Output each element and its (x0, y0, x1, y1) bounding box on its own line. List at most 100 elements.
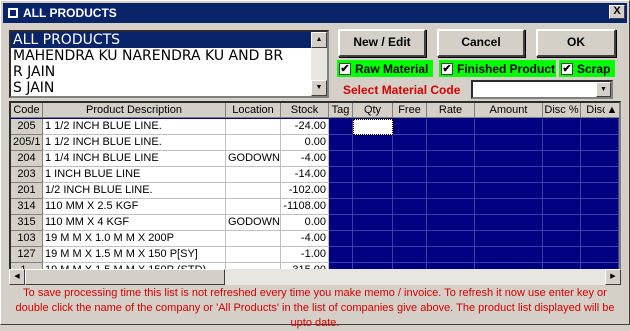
entry-cell[interactable] (353, 215, 393, 231)
cell-desc[interactable]: 19 M M X 1.0 M M X 200P (43, 231, 226, 247)
cell-desc[interactable]: 1 1/2 INCH BLUE LINE. (43, 119, 226, 135)
company-item[interactable]: MAHENDRA KU NARENDRA KU AND BR (11, 48, 327, 64)
cell-loc[interactable] (226, 231, 281, 247)
cell-stock[interactable]: -4.00 (281, 151, 329, 167)
cell-loc[interactable] (226, 167, 281, 183)
cell-stock[interactable]: -102.00 (281, 183, 329, 199)
cell-stock[interactable]: -14.00 (281, 167, 329, 183)
entry-cell[interactable] (475, 183, 543, 199)
scrap-checkbox[interactable]: ✔ Scrap (559, 60, 615, 77)
entry-cell[interactable] (393, 151, 427, 167)
scroll-down-icon[interactable]: ▼ (311, 80, 327, 96)
entry-cell[interactable] (353, 183, 393, 199)
entry-cell[interactable] (475, 199, 543, 215)
entry-cell[interactable] (353, 151, 393, 167)
scroll-up-icon[interactable]: ▲ (311, 32, 327, 48)
cell-desc[interactable]: 110 MM X 2.5 KGF (43, 199, 226, 215)
entry-cell[interactable] (353, 247, 393, 263)
new-edit-button[interactable]: New / Edit (338, 29, 426, 57)
entry-cell[interactable] (581, 167, 619, 183)
entry-cell[interactable] (353, 199, 393, 215)
entry-cell[interactable] (353, 167, 393, 183)
entry-cell[interactable] (581, 199, 619, 215)
entry-cell[interactable] (353, 119, 393, 135)
entry-cell[interactable] (329, 199, 353, 215)
cell-stock[interactable]: -1.00 (281, 247, 329, 263)
entry-cell[interactable] (581, 215, 619, 231)
entry-cell[interactable] (475, 151, 543, 167)
entry-cell[interactable] (427, 119, 475, 135)
col-header-disc-pct[interactable]: Disc % (543, 103, 581, 118)
entry-cell[interactable] (393, 247, 427, 263)
col-header-qty[interactable]: Qty (353, 103, 393, 118)
entry-cell[interactable] (543, 135, 581, 151)
entry-cell[interactable] (543, 151, 581, 167)
entry-cell[interactable] (543, 183, 581, 199)
entry-cell[interactable] (427, 183, 475, 199)
entry-cell[interactable] (393, 167, 427, 183)
entry-cell[interactable] (393, 119, 427, 135)
raw-material-checkbox[interactable]: ✔ Raw Material (337, 60, 433, 77)
scroll-right-icon[interactable]: ▶ (605, 269, 621, 285)
col-header-location[interactable]: Location (226, 103, 281, 118)
entry-cell[interactable] (475, 119, 543, 135)
entry-cell[interactable] (581, 231, 619, 247)
col-header-free[interactable]: Free (393, 103, 427, 118)
entry-cell[interactable] (427, 151, 475, 167)
entry-cell[interactable] (427, 231, 475, 247)
company-item[interactable]: R JAIN (11, 64, 327, 80)
cell-desc[interactable]: 1 1/4 INCH BLUE LINE (43, 151, 226, 167)
entry-cell[interactable] (427, 199, 475, 215)
entry-cell[interactable] (427, 215, 475, 231)
cell-loc[interactable]: GODOWN (226, 151, 281, 167)
entry-cell[interactable] (543, 119, 581, 135)
cell-code[interactable]: 205/1 (11, 135, 43, 151)
cell-stock[interactable]: -24.00 (281, 119, 329, 135)
cancel-button[interactable]: Cancel (437, 29, 525, 57)
entry-cell[interactable] (393, 231, 427, 247)
col-header-rate[interactable]: Rate (427, 103, 475, 118)
entry-cell[interactable] (475, 247, 543, 263)
entry-cell[interactable] (543, 247, 581, 263)
cell-code[interactable]: 205 (11, 119, 43, 135)
entry-cell[interactable] (475, 167, 543, 183)
entry-cell[interactable] (543, 231, 581, 247)
entry-cell[interactable] (353, 135, 393, 151)
entry-cell[interactable] (329, 119, 353, 135)
cell-code[interactable]: 201 (11, 183, 43, 199)
company-item[interactable]: ALL PRODUCTS (11, 32, 327, 48)
entry-cell[interactable] (581, 135, 619, 151)
cell-code[interactable]: 127 (11, 247, 43, 263)
entry-cell[interactable] (393, 199, 427, 215)
cell-code[interactable]: 203 (11, 167, 43, 183)
entry-cell[interactable] (329, 151, 353, 167)
cell-desc[interactable]: 19 M M X 1.5 M M X 150 P[SY] (43, 247, 226, 263)
entry-cell[interactable] (329, 183, 353, 199)
cell-loc[interactable] (226, 247, 281, 263)
entry-cell[interactable] (393, 183, 427, 199)
cell-loc[interactable] (226, 119, 281, 135)
entry-cell[interactable] (543, 199, 581, 215)
cell-desc[interactable]: 1 1/2 INCH BLUE LINE. (43, 135, 226, 151)
scrollbar-thumb[interactable] (25, 269, 225, 285)
company-item[interactable]: S JAIN (11, 80, 327, 96)
entry-cell[interactable] (427, 247, 475, 263)
cell-loc[interactable] (226, 183, 281, 199)
chevron-down-icon[interactable]: ▼ (596, 82, 611, 97)
entry-cell[interactable] (427, 135, 475, 151)
col-header-code[interactable]: Code (11, 103, 43, 118)
cell-stock[interactable]: -4.00 (281, 231, 329, 247)
products-grid[interactable]: Code Product Description Location Stock … (9, 101, 621, 283)
cell-code[interactable]: 314 (11, 199, 43, 215)
entry-cell[interactable] (581, 183, 619, 199)
entry-cell[interactable] (393, 215, 427, 231)
entry-cell[interactable] (427, 167, 475, 183)
cell-code[interactable]: 315 (11, 215, 43, 231)
cell-stock[interactable]: 0.00 (281, 215, 329, 231)
col-header-stock[interactable]: Stock (281, 103, 329, 118)
cell-code[interactable]: 204 (11, 151, 43, 167)
material-code-select[interactable]: ▼ (471, 80, 613, 99)
company-list-scrollbar[interactable]: ▲ ▼ (311, 32, 327, 96)
cell-stock[interactable]: -1108.00 (281, 199, 329, 215)
entry-cell[interactable] (353, 231, 393, 247)
